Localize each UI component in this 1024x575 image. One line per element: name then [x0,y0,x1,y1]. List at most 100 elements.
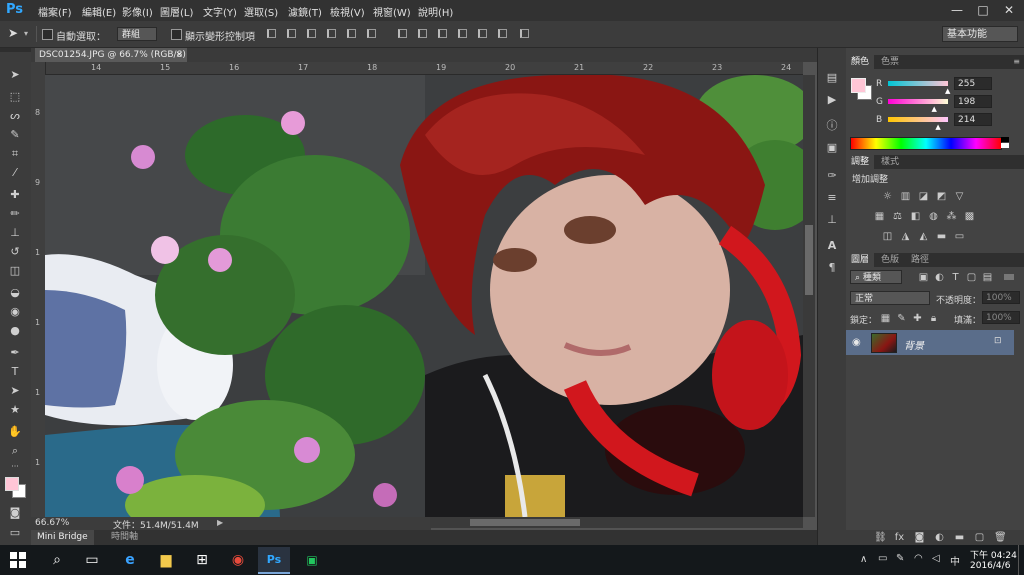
quick-select-tool-icon[interactable]: ✎ [6,126,24,144]
more-tools-icon[interactable]: ··· [6,458,24,476]
menu-filter[interactable]: 濾鏡(T) [288,4,322,19]
path-select-tool-icon[interactable]: ➤ [6,382,24,400]
tab-color[interactable]: 顏色 [846,55,875,69]
store-icon[interactable]: ⊞ [186,548,218,573]
black-white-icon[interactable]: ◧ [910,211,921,222]
g-slider[interactable] [888,99,948,104]
dodge-tool-icon[interactable]: ● [6,322,24,340]
filter-pixel-icon[interactable]: ▣ [918,272,929,283]
auto-select-checkbox[interactable] [42,29,53,40]
lock-all-icon[interactable]: 🔒︎ [928,313,939,324]
tab-timeline[interactable]: 時間軸 [105,530,144,545]
volume-icon[interactable]: ◁ [932,553,940,564]
move-tool-icon[interactable]: ➤ [8,26,18,40]
align-left-icon[interactable] [327,29,336,38]
align-vcenter-icon[interactable] [287,29,296,38]
b-slider[interactable] [888,117,948,122]
r-slider-marker[interactable]: ▲ [945,87,950,95]
exposure-icon[interactable]: ◩ [936,191,947,202]
threshold-icon[interactable]: ◭ [918,231,929,242]
photoshop-icon[interactable]: Ps [258,547,290,574]
horizontal-scroll-thumb[interactable] [470,519,580,526]
filter-type-icon[interactable]: T [950,272,961,283]
filter-smart-object-icon[interactable]: ▤ [982,272,993,283]
pen-icon[interactable]: ✎ [896,553,904,564]
brightness-contrast-icon[interactable]: ☼ [882,191,893,202]
search-icon[interactable]: ⌕ [41,548,73,573]
blur-tool-icon[interactable]: ◉ [6,303,24,321]
actions-panel-icon[interactable]: ▶ [824,92,840,108]
brush-tool-icon[interactable]: ✏ [6,205,24,223]
clock-date[interactable]: 2016/4/6 [970,561,1010,571]
character-panel-icon[interactable]: A [824,238,840,254]
layer-filter-dropdown[interactable]: ⌕ 種類 [850,270,902,284]
color-balance-icon[interactable]: ⚖ [892,211,903,222]
pen-tool-icon[interactable]: ✒ [6,344,24,362]
workspace-dropdown[interactable]: 基本功能 [942,26,1018,42]
distribute-vcenter-icon[interactable] [418,29,427,38]
lock-position-icon[interactable]: ✚ [912,313,923,324]
menu-image[interactable]: 影像(I) [122,4,153,19]
new-layer-icon[interactable]: ▢ [974,532,985,543]
vertical-scrollbar[interactable] [803,75,815,517]
history-panel-icon[interactable]: ▤ [824,70,840,86]
tab-paths[interactable]: 路徑 [906,253,934,267]
photo-filter-icon[interactable]: ◍ [928,211,939,222]
posterize-icon[interactable]: ◮ [900,231,911,242]
clone-source-panel-icon[interactable]: ⊥ [824,212,840,228]
lock-image-icon[interactable]: ✎ [896,313,907,324]
close-tab-icon[interactable]: × [175,48,183,62]
eyedropper-tool-icon[interactable]: ⁄ [6,164,24,182]
paragraph-panel-icon[interactable]: ¶ [824,260,840,276]
screen-mode-icon[interactable]: ▭ [6,524,24,542]
menu-file[interactable]: 檔案(F) [38,4,72,19]
layer-style-icon[interactable]: fx [894,532,905,543]
tab-channels[interactable]: 色版 [876,253,904,267]
curves-icon[interactable]: ◪ [918,191,929,202]
layer-name[interactable]: 背景 [904,337,924,352]
align-bottom-icon[interactable] [307,29,316,38]
hue-saturation-icon[interactable]: ▦ [874,211,885,222]
distribute-top-icon[interactable] [398,29,407,38]
input-method-icon[interactable]: 中 [950,553,960,568]
chevron-up-icon[interactable]: ∧ [860,554,867,565]
tools-panel-grip[interactable] [0,48,31,52]
hand-tool-icon[interactable]: ✋ [6,423,24,441]
auto-select-dropdown[interactable]: 群組 [117,27,157,41]
start-button[interactable] [10,552,26,568]
menu-select[interactable]: 選取(S) [244,4,278,19]
tab-swatches[interactable]: 色票 [876,55,904,69]
ramp-white-swatch[interactable] [1001,143,1009,148]
filter-toggle[interactable] [1004,274,1014,280]
invert-icon[interactable]: ◫ [882,231,893,242]
maximize-button[interactable]: □ [970,0,996,21]
zoom-level[interactable]: 66.67% [35,518,69,528]
document-tab[interactable]: DSC01254.JPG @ 66.7% (RGB/8) * × [35,48,187,74]
info-panel-icon[interactable]: ⓘ [824,118,840,134]
align-right-icon[interactable] [367,29,376,38]
b-value-field[interactable]: 214 [954,113,992,126]
marquee-tool-icon[interactable]: ⬚ [6,88,24,106]
show-desktop-button[interactable] [1018,545,1024,575]
menu-view[interactable]: 檢視(V) [330,4,365,19]
history-brush-tool-icon[interactable]: ↺ [6,243,24,261]
menu-edit[interactable]: 編輯(E) [82,4,116,19]
auto-align-icon[interactable] [520,29,529,38]
menu-window[interactable]: 視窗(W) [373,4,411,19]
properties-panel-icon[interactable]: ▣ [824,140,840,156]
link-layers-icon[interactable]: ⛓ [874,532,887,543]
opacity-field[interactable]: 100% [982,291,1020,304]
vertical-scroll-thumb[interactable] [805,225,813,295]
new-group-icon[interactable]: ▬ [954,532,965,543]
panel-menu-icon[interactable]: ≡ [1013,57,1020,66]
horizontal-scrollbar[interactable] [430,517,803,528]
menu-layer[interactable]: 圖層(L) [160,4,193,19]
fill-field[interactable]: 100% [982,311,1020,324]
crop-tool-icon[interactable]: ⌗ [6,145,24,163]
channel-mixer-icon[interactable]: ⁂ [946,211,957,222]
close-button[interactable]: ✕ [996,0,1022,21]
b-slider-marker[interactable]: ▲ [935,123,940,131]
new-adjustment-layer-icon[interactable]: ◐ [934,532,945,543]
tab-adjustments[interactable]: 調整 [846,155,875,169]
tab-layers[interactable]: 圖層 [846,253,875,267]
